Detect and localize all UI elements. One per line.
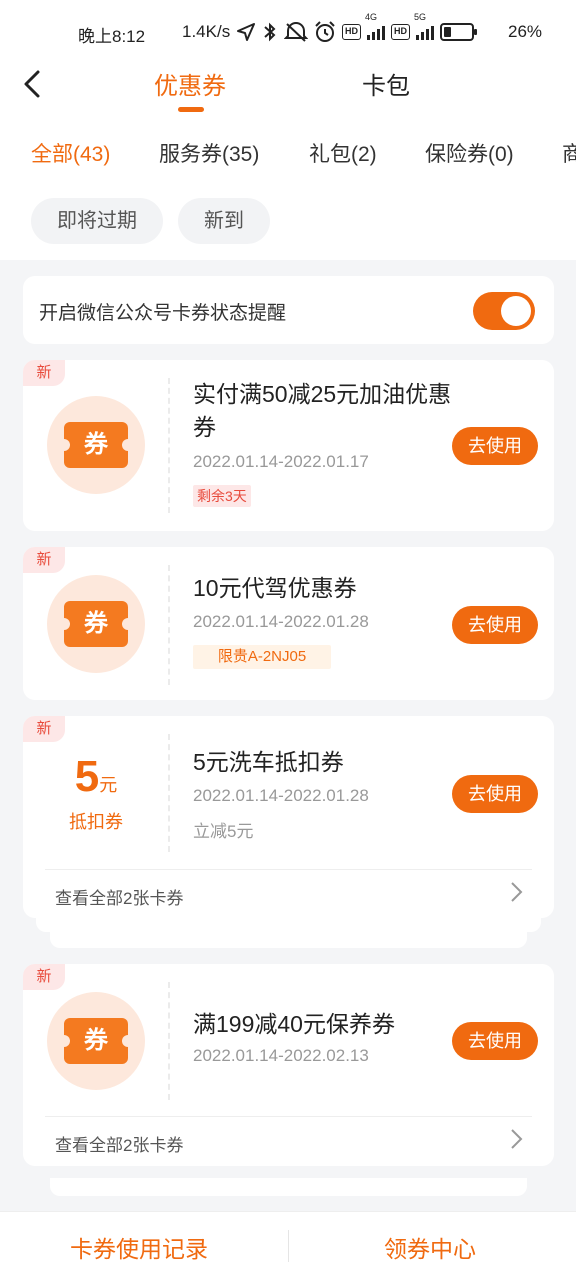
coupon-icon-circle: 券 <box>47 396 145 494</box>
use-button[interactable]: 去使用 <box>452 1022 538 1060</box>
plate-restriction-tag: 限贵A-2NJ05 <box>193 645 331 669</box>
coupon-date: 2022.01.14-2022.01.28 <box>193 786 369 805</box>
filter-section: 全部(43) 服务券(35) 礼包(2) 保险券(0) 商 即将过期 新到 <box>0 122 576 260</box>
reminder-label: 开启微信公众号卡券状态提醒 <box>39 303 287 324</box>
use-button[interactable]: 去使用 <box>452 775 538 813</box>
coupon-card: 新 券 实付满50减25元加油优惠券 2022.01.14-2022.01.17… <box>23 360 554 531</box>
filter-tab-commerce[interactable]: 商 <box>562 138 576 168</box>
alarm-icon <box>315 21 335 42</box>
chevron-right-icon <box>511 882 523 902</box>
back-button[interactable] <box>18 66 48 102</box>
amount-unit: 元 <box>99 775 118 795</box>
bottom-bar: 卡券使用记录 领券中心 <box>0 1211 576 1280</box>
network-4g-label: 4G <box>365 12 378 22</box>
new-tag: 新 <box>23 716 65 742</box>
amount-value: 5 <box>74 752 100 801</box>
status-bar: 晚上8:12 1.4K/s HD 4G HD 5G 26% <box>0 0 576 62</box>
hd-icon: HD <box>391 24 410 40</box>
active-tab-indicator <box>178 107 204 112</box>
view-all-row[interactable]: 查看全部2张卡券 <box>45 1116 532 1162</box>
new-tag: 新 <box>23 360 65 386</box>
filter-tab-service[interactable]: 服务券(35) <box>159 138 259 168</box>
coupon-note: 立减5元 <box>193 822 254 841</box>
view-all-label: 查看全部2张卡券 <box>55 889 184 908</box>
card-divider <box>168 378 170 513</box>
battery-icon <box>440 23 477 41</box>
coupon-date: 2022.01.14-2022.02.13 <box>193 1046 369 1065</box>
header: 优惠券 卡包 <box>0 62 576 122</box>
ticket-icon: 券 <box>58 422 134 468</box>
status-net-speed: 1.4K/s <box>182 22 231 41</box>
use-button[interactable]: 去使用 <box>452 427 538 465</box>
coupon-title: 10元代驾优惠券 <box>193 575 357 601</box>
ticket-icon: 券 <box>58 1018 134 1064</box>
coupon-date: 2022.01.14-2022.01.17 <box>193 452 369 471</box>
back-arrow-icon <box>24 70 40 98</box>
reminder-toggle[interactable] <box>473 292 535 330</box>
coupon-card: 新 5元 抵扣券 5元洗车抵扣券 2022.01.14-2022.01.28 立… <box>23 716 554 918</box>
card-divider <box>168 565 170 685</box>
filter-tab-insurance[interactable]: 保险券(0) <box>425 138 514 168</box>
coupon-icon-circle: 券 <box>47 575 145 673</box>
view-all-label: 查看全部2张卡券 <box>55 1136 184 1155</box>
card-stack-shadow <box>50 930 527 948</box>
coupon-card: 新 券 10元代驾优惠券 2022.01.14-2022.01.28 限贵A-2… <box>23 547 554 700</box>
filter-tab-all[interactable]: 全部(43) <box>31 138 110 168</box>
ticket-icon: 券 <box>58 601 134 647</box>
remaining-days-tag: 剩余3天 <box>193 485 251 507</box>
bluetooth-icon <box>264 22 276 42</box>
coupon-icon-circle: 券 <box>47 992 145 1090</box>
tab-coupons[interactable]: 优惠券 <box>154 66 226 101</box>
use-button[interactable]: 去使用 <box>452 606 538 644</box>
coupon-amount: 5元 <box>51 752 141 802</box>
card-divider <box>168 982 170 1100</box>
coupon-card: 新 券 满199减40元保养券 2022.01.14-2022.02.13 去使… <box>23 964 554 1166</box>
wechat-reminder-row: 开启微信公众号卡券状态提醒 <box>23 276 554 344</box>
signal-4g-icon: 4G <box>365 12 385 40</box>
new-tag: 新 <box>23 547 65 573</box>
toggle-knob <box>501 296 531 326</box>
amount-label: 抵扣券 <box>69 812 123 832</box>
hd-icon: HD <box>342 24 361 40</box>
coupon-center-button[interactable]: 领券中心 <box>384 1230 476 1264</box>
view-all-row[interactable]: 查看全部2张卡券 <box>45 869 532 915</box>
new-tag: 新 <box>23 964 65 990</box>
status-icons: HD 4G HD 5G <box>236 12 477 44</box>
location-icon <box>237 23 255 41</box>
battery-percent: 26% <box>508 22 543 41</box>
coupon-title: 5元洗车抵扣券 <box>193 749 344 775</box>
card-divider <box>168 734 170 852</box>
chip-new-arrivals[interactable]: 新到 <box>178 198 270 244</box>
filter-tab-gift[interactable]: 礼包(2) <box>309 138 377 168</box>
status-time: 晚上8:12 <box>78 27 146 46</box>
coupon-date: 2022.01.14-2022.01.28 <box>193 612 369 631</box>
chip-expiring-soon[interactable]: 即将过期 <box>31 198 163 244</box>
mute-icon <box>284 22 308 42</box>
chevron-right-icon <box>511 1129 523 1149</box>
usage-history-button[interactable]: 卡券使用记录 <box>70 1230 208 1264</box>
signal-5g-icon: 5G <box>414 12 434 40</box>
bottom-bar-separator <box>288 1230 289 1262</box>
coupon-title: 满199减40元保养券 <box>193 1011 395 1037</box>
card-stack-shadow <box>50 1178 527 1196</box>
network-5g-label: 5G <box>414 12 427 22</box>
coupon-title: 实付满50减25元加油优惠券 <box>193 381 452 440</box>
tab-card-wallet[interactable]: 卡包 <box>362 66 410 101</box>
